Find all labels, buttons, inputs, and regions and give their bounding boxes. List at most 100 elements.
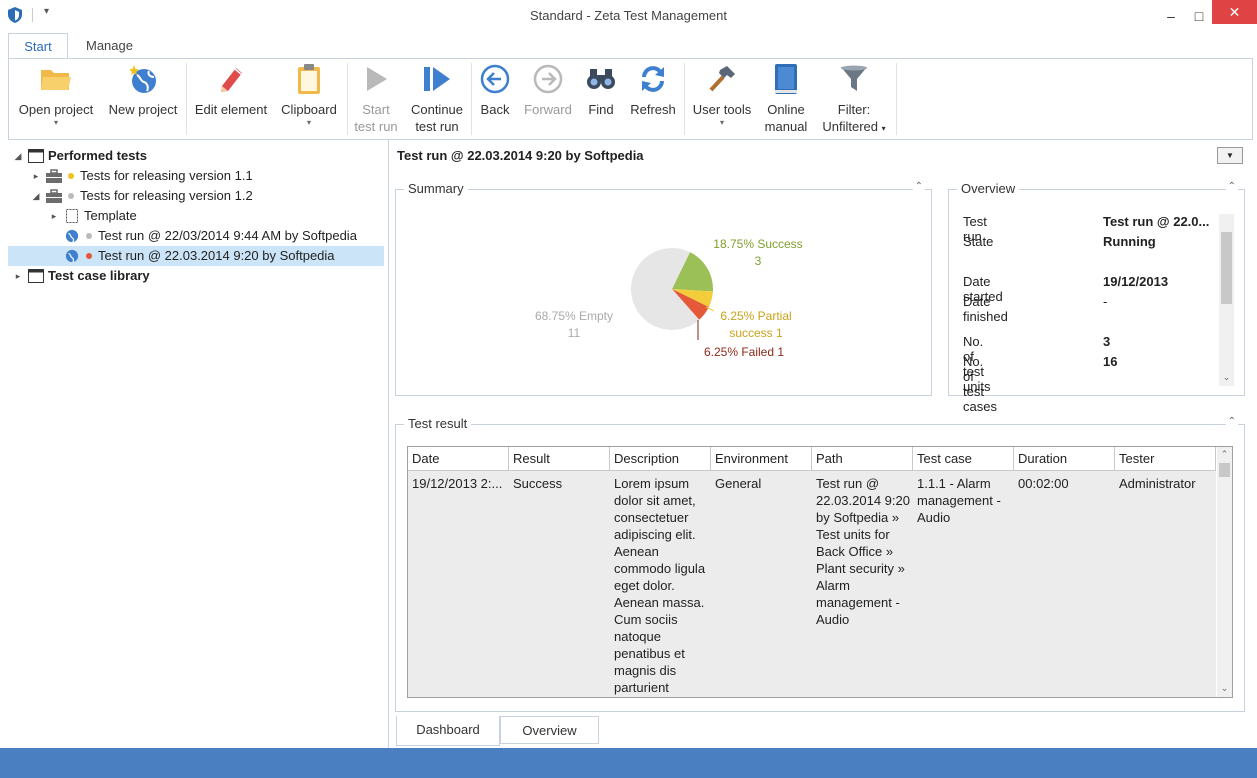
tree-node-test-run-1[interactable]: Test run @ 22/03/2014 9:44 AM by Softped…	[48, 226, 357, 246]
collapse-icon[interactable]: ◢	[12, 146, 24, 166]
continue-icon	[420, 61, 454, 97]
pie-chart	[631, 248, 715, 340]
clipboard-button[interactable]: Clipboard ▾	[273, 61, 345, 137]
group-separator	[471, 63, 472, 135]
expand-icon[interactable]: ▸	[48, 206, 60, 226]
tab-start[interactable]: Start	[8, 33, 68, 60]
arrow-right-icon	[531, 61, 565, 97]
collapse-icon[interactable]: ◢	[30, 186, 42, 206]
binoculars-icon	[584, 61, 618, 97]
path-line: Audio	[816, 612, 850, 627]
cell-description: Lorem ipsum dolor sit amet, consectetuer ad…	[610, 475, 711, 696]
scrollbar-thumb[interactable]	[1221, 232, 1232, 304]
open-project-label: Open project	[18, 102, 94, 117]
overview-scrollbar[interactable]: ⌄	[1219, 214, 1234, 386]
tree-node-release-11[interactable]: ▸ Tests for releasing version 1.1	[30, 166, 253, 186]
tree-node-label: Template	[84, 208, 137, 223]
navigation-tree: ◢ Performed tests ▸ Tests for releasing …	[0, 140, 388, 748]
tree-node-performed-tests[interactable]: ◢ Performed tests	[12, 146, 147, 166]
window-title: Standard - Zeta Test Management	[529, 8, 728, 23]
user-tools-label: User tools	[692, 102, 752, 117]
cell-date: 19/12/2013 2:...	[412, 476, 503, 491]
description-line: penatibus et	[614, 646, 685, 661]
scroll-up-icon[interactable]: ⌃	[1217, 447, 1232, 462]
new-project-button[interactable]: New project	[103, 61, 183, 137]
find-button[interactable]: Find	[581, 61, 621, 137]
test-result-title: Test result	[404, 416, 472, 431]
collapse-panel-icon[interactable]: ⌃	[1225, 181, 1238, 192]
hammer-icon	[705, 61, 739, 97]
tree-node-test-run-2[interactable]: Test run @ 22.03.2014 9:20 by Softpedia	[8, 246, 384, 266]
column-header-date[interactable]: Date	[408, 447, 509, 471]
test_case-line: management -	[917, 493, 1001, 508]
path-line: 22.03.2014 9:20	[816, 493, 910, 508]
continue-test-run-button[interactable]: Continue test run	[407, 61, 467, 137]
close-button[interactable]: ✕	[1212, 0, 1257, 24]
tree-node-release-12[interactable]: ◢ Tests for releasing version 1.2	[30, 186, 253, 206]
expand-icon[interactable]: ▸	[30, 166, 42, 186]
column-header-duration[interactable]: Duration	[1014, 447, 1115, 471]
new-project-label: New project	[108, 102, 178, 117]
refresh-button[interactable]: Refresh	[625, 61, 681, 137]
empty-data-label: 68.75% Empty 11	[534, 309, 614, 340]
tree-node-label: Test run @ 22/03/2014 9:44 AM by Softped…	[98, 228, 357, 243]
column-header-tester[interactable]: Tester	[1115, 447, 1216, 471]
scrollbar-thumb[interactable]	[1219, 463, 1230, 477]
tree-node-label: Test case library	[48, 268, 150, 283]
folder-icon	[39, 61, 73, 97]
description-line: dolor sit amet,	[614, 493, 696, 508]
tab-overview[interactable]: Overview	[500, 716, 599, 744]
tab-dashboard[interactable]: Dashboard	[396, 716, 500, 746]
summary-panel: Summary ⌃ 18.75% Success 3 6.25% Partial s…	[395, 181, 932, 396]
column-header-environment[interactable]: Environment	[711, 447, 812, 471]
success-data-label: 18.75% Success 3	[713, 237, 803, 268]
online-manual-button[interactable]: Online manual	[759, 61, 813, 137]
forward-button[interactable]: Forward	[519, 61, 577, 137]
column-header-result[interactable]: Result	[509, 447, 610, 471]
pencil-icon	[214, 61, 248, 97]
status-dot-icon	[68, 173, 74, 179]
back-button[interactable]: Back	[475, 61, 515, 137]
column-header-path[interactable]: Path	[812, 447, 913, 471]
edit-element-button[interactable]: Edit element	[191, 61, 271, 137]
refresh-label: Refresh	[630, 102, 676, 117]
chevron-down-icon: ▾	[719, 118, 724, 127]
status-dot-icon	[68, 193, 74, 199]
test_case-line: Audio	[917, 510, 951, 525]
tab-manage[interactable]: Manage	[70, 33, 149, 60]
description-line: magnis dis	[614, 663, 677, 678]
back-label: Back	[480, 102, 510, 117]
description-line: adipiscing elit.	[614, 527, 696, 542]
path-line: management -	[816, 595, 900, 610]
column-header-test-case[interactable]: Test case	[913, 447, 1014, 471]
filter-label-1: Filter:	[837, 102, 871, 117]
tree-node-test-case-library[interactable]: ▸ Test case library	[12, 266, 150, 286]
scroll-down-icon[interactable]: ⌄	[1219, 370, 1234, 385]
path-line: Test run @	[816, 476, 880, 491]
description-line: eget dolor.	[614, 578, 675, 593]
status-dot-icon	[86, 253, 92, 259]
table-row[interactable]: 19/12/2013 2:... Success Lorem ipsum dolo…	[408, 471, 1216, 697]
tree-node-template[interactable]: ▸ Template	[48, 206, 137, 226]
chevron-down-icon: ▾	[306, 118, 311, 127]
globe-icon	[65, 229, 79, 243]
group-separator	[347, 63, 348, 135]
path-line: Test units for	[816, 527, 890, 542]
refresh-icon	[636, 61, 670, 97]
cell-environment: General	[715, 476, 762, 491]
scroll-down-icon[interactable]: ⌄	[1217, 681, 1232, 696]
collapse-panel-icon[interactable]: ⌃	[1225, 416, 1238, 427]
filter-button[interactable]: Filter: Unfiltered ▾	[815, 61, 893, 137]
grid-scrollbar[interactable]: ⌃ ⌄	[1217, 447, 1232, 697]
dropdown-chevron-icon[interactable]: ▼	[1217, 147, 1243, 164]
open-project-button[interactable]: Open project ▾	[15, 61, 97, 137]
start-test-run-button[interactable]: Start test run	[351, 61, 401, 137]
group-separator	[684, 63, 685, 135]
expand-icon[interactable]: ▸	[12, 266, 24, 286]
start-test-run-label-2: test run	[354, 119, 398, 134]
group-separator	[896, 63, 897, 135]
template-icon	[66, 209, 78, 223]
status-bar	[0, 748, 1257, 778]
user-tools-button[interactable]: User tools ▾	[687, 61, 757, 137]
column-header-description[interactable]: Description	[610, 447, 711, 471]
